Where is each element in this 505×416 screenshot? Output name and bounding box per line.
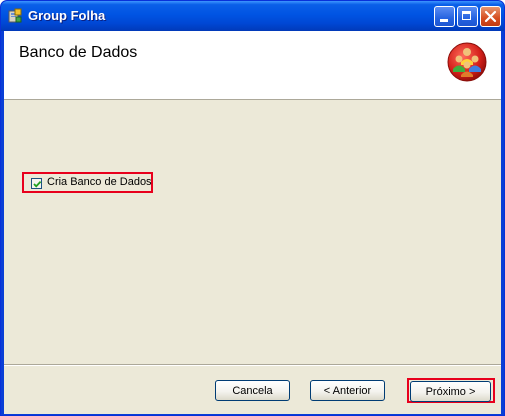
minimize-button[interactable]: [434, 6, 455, 27]
page-title: Banco de Dados: [19, 44, 138, 61]
maximize-icon: [462, 11, 471, 20]
cancel-button[interactable]: Cancela: [215, 380, 290, 401]
installer-app-icon: [7, 8, 23, 24]
create-database-option[interactable]: Cria Banco de Dados: [22, 172, 153, 193]
next-button[interactable]: Próximo >: [410, 381, 491, 402]
back-button[interactable]: < Anterior: [310, 380, 385, 401]
wizard-header: Banco de Dados: [4, 31, 501, 100]
create-database-label: Cria Banco de Dados: [47, 176, 152, 188]
dialog-body: Banco de Dados Cria Banco de Dados Cance…: [4, 31, 501, 414]
title-bar[interactable]: Group Folha: [1, 1, 504, 31]
minimize-icon: [440, 19, 448, 22]
close-icon: [484, 10, 497, 28]
close-button[interactable]: [480, 6, 501, 27]
maximize-button[interactable]: [457, 6, 478, 27]
create-database-checkbox[interactable]: [31, 178, 42, 189]
checkmark-icon: [33, 180, 42, 188]
window-title: Group Folha: [28, 8, 106, 23]
installer-window: Group Folha Banco de Dados Cria Banco de…: [0, 0, 505, 416]
group-people-logo-icon: [447, 42, 487, 82]
footer-divider: [4, 364, 501, 366]
